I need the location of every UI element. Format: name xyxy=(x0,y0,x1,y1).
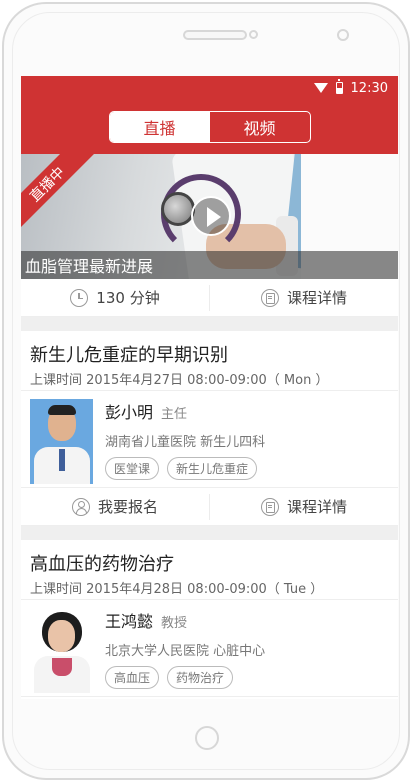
duration-label: 130 分钟 xyxy=(96,289,160,307)
banner-action-row: 130 分钟 课程详情 xyxy=(21,279,398,317)
app-header: 直播 视频 xyxy=(21,100,398,154)
tag[interactable]: 药物治疗 xyxy=(167,666,234,689)
duration-info: 130 分钟 xyxy=(21,287,209,308)
doctor-details: 彭小明 主任 湖南省儿童医院 新生儿四科 医堂课 新生儿危重症 xyxy=(93,399,265,487)
signup-button[interactable]: 我要报名 xyxy=(21,496,209,517)
document-icon xyxy=(260,288,279,307)
doctor-info: 王鸿懿 教授 北京大学人民医院 心脏中心 高血压 药物治疗 xyxy=(21,600,398,697)
sensor xyxy=(337,29,349,41)
wifi-icon xyxy=(313,83,328,93)
course-action-row: 我要报名 课程详情 xyxy=(21,488,398,526)
doctor-organization: 北京大学人民医院 心脏中心 xyxy=(105,644,266,659)
live-badge: 直播中 xyxy=(21,154,98,235)
doctor-details: 王鸿懿 教授 北京大学人民医院 心脏中心 高血压 药物治疗 xyxy=(93,608,265,696)
doctor-organization: 湖南省儿童医院 新生儿四科 xyxy=(105,435,266,450)
course-title: 高血压的药物治疗 xyxy=(30,554,174,575)
tag[interactable]: 新生儿危重症 xyxy=(167,457,258,480)
course-card[interactable]: 新生儿危重症的早期识别 上课时间 2015年4月27日 08:00-09:00（… xyxy=(21,331,398,526)
tag-list: 高血压 药物治疗 xyxy=(105,666,265,689)
doctor-name: 彭小明 xyxy=(105,403,154,422)
tab-live[interactable]: 直播 xyxy=(109,112,210,142)
front-camera xyxy=(249,30,258,39)
tag[interactable]: 高血压 xyxy=(105,666,160,689)
status-bar: 12:30 xyxy=(21,76,398,100)
section-divider xyxy=(21,317,398,331)
app-screen: 12:30 直播 视频 直播中 血脂管理最新进展 130 分钟 课程详情 新生儿… xyxy=(21,76,398,699)
clock-icon xyxy=(70,288,89,307)
play-icon[interactable] xyxy=(191,196,231,236)
banner-caption: 血脂管理最新进展 xyxy=(21,251,398,279)
segmented-control: 直播 视频 xyxy=(108,111,311,143)
avatar xyxy=(30,608,93,693)
section-divider xyxy=(21,526,398,540)
course-details-button[interactable]: 课程详情 xyxy=(209,284,398,311)
status-time: 12:30 xyxy=(350,80,388,96)
document-icon xyxy=(260,497,279,516)
stethoscope-chestpiece xyxy=(161,192,195,226)
doctor-rank: 教授 xyxy=(161,616,188,631)
live-video-banner[interactable]: 直播中 血脂管理最新进展 xyxy=(21,154,398,279)
tag[interactable]: 医堂课 xyxy=(105,457,160,480)
speaker-grille xyxy=(183,30,247,40)
tab-video[interactable]: 视频 xyxy=(210,112,310,142)
course-time: 上课时间 2015年4月27日 08:00-09:00（ Mon ） xyxy=(21,365,398,391)
avatar xyxy=(30,399,93,484)
doctor-info: 彭小明 主任 湖南省儿童医院 新生儿四科 医堂课 新生儿危重症 xyxy=(21,391,398,488)
course-details-button[interactable]: 课程详情 xyxy=(209,493,398,520)
course-time: 上课时间 2015年4月28日 08:00-09:00（ Tue ） xyxy=(21,574,398,600)
course-card[interactable]: 高血压的药物治疗 上课时间 2015年4月28日 08:00-09:00（ Tu… xyxy=(21,540,398,697)
home-button[interactable] xyxy=(195,726,219,750)
doctor-name: 王鸿懿 xyxy=(105,612,154,631)
signup-label: 我要报名 xyxy=(97,498,158,516)
tag-list: 医堂课 新生儿危重症 xyxy=(105,457,265,480)
battery-icon xyxy=(335,79,343,94)
course-details-label: 课程详情 xyxy=(286,289,347,307)
doctor-rank: 主任 xyxy=(161,407,188,422)
user-icon xyxy=(71,497,90,516)
course-details-label: 课程详情 xyxy=(286,498,347,516)
course-title: 新生儿危重症的早期识别 xyxy=(30,345,228,366)
